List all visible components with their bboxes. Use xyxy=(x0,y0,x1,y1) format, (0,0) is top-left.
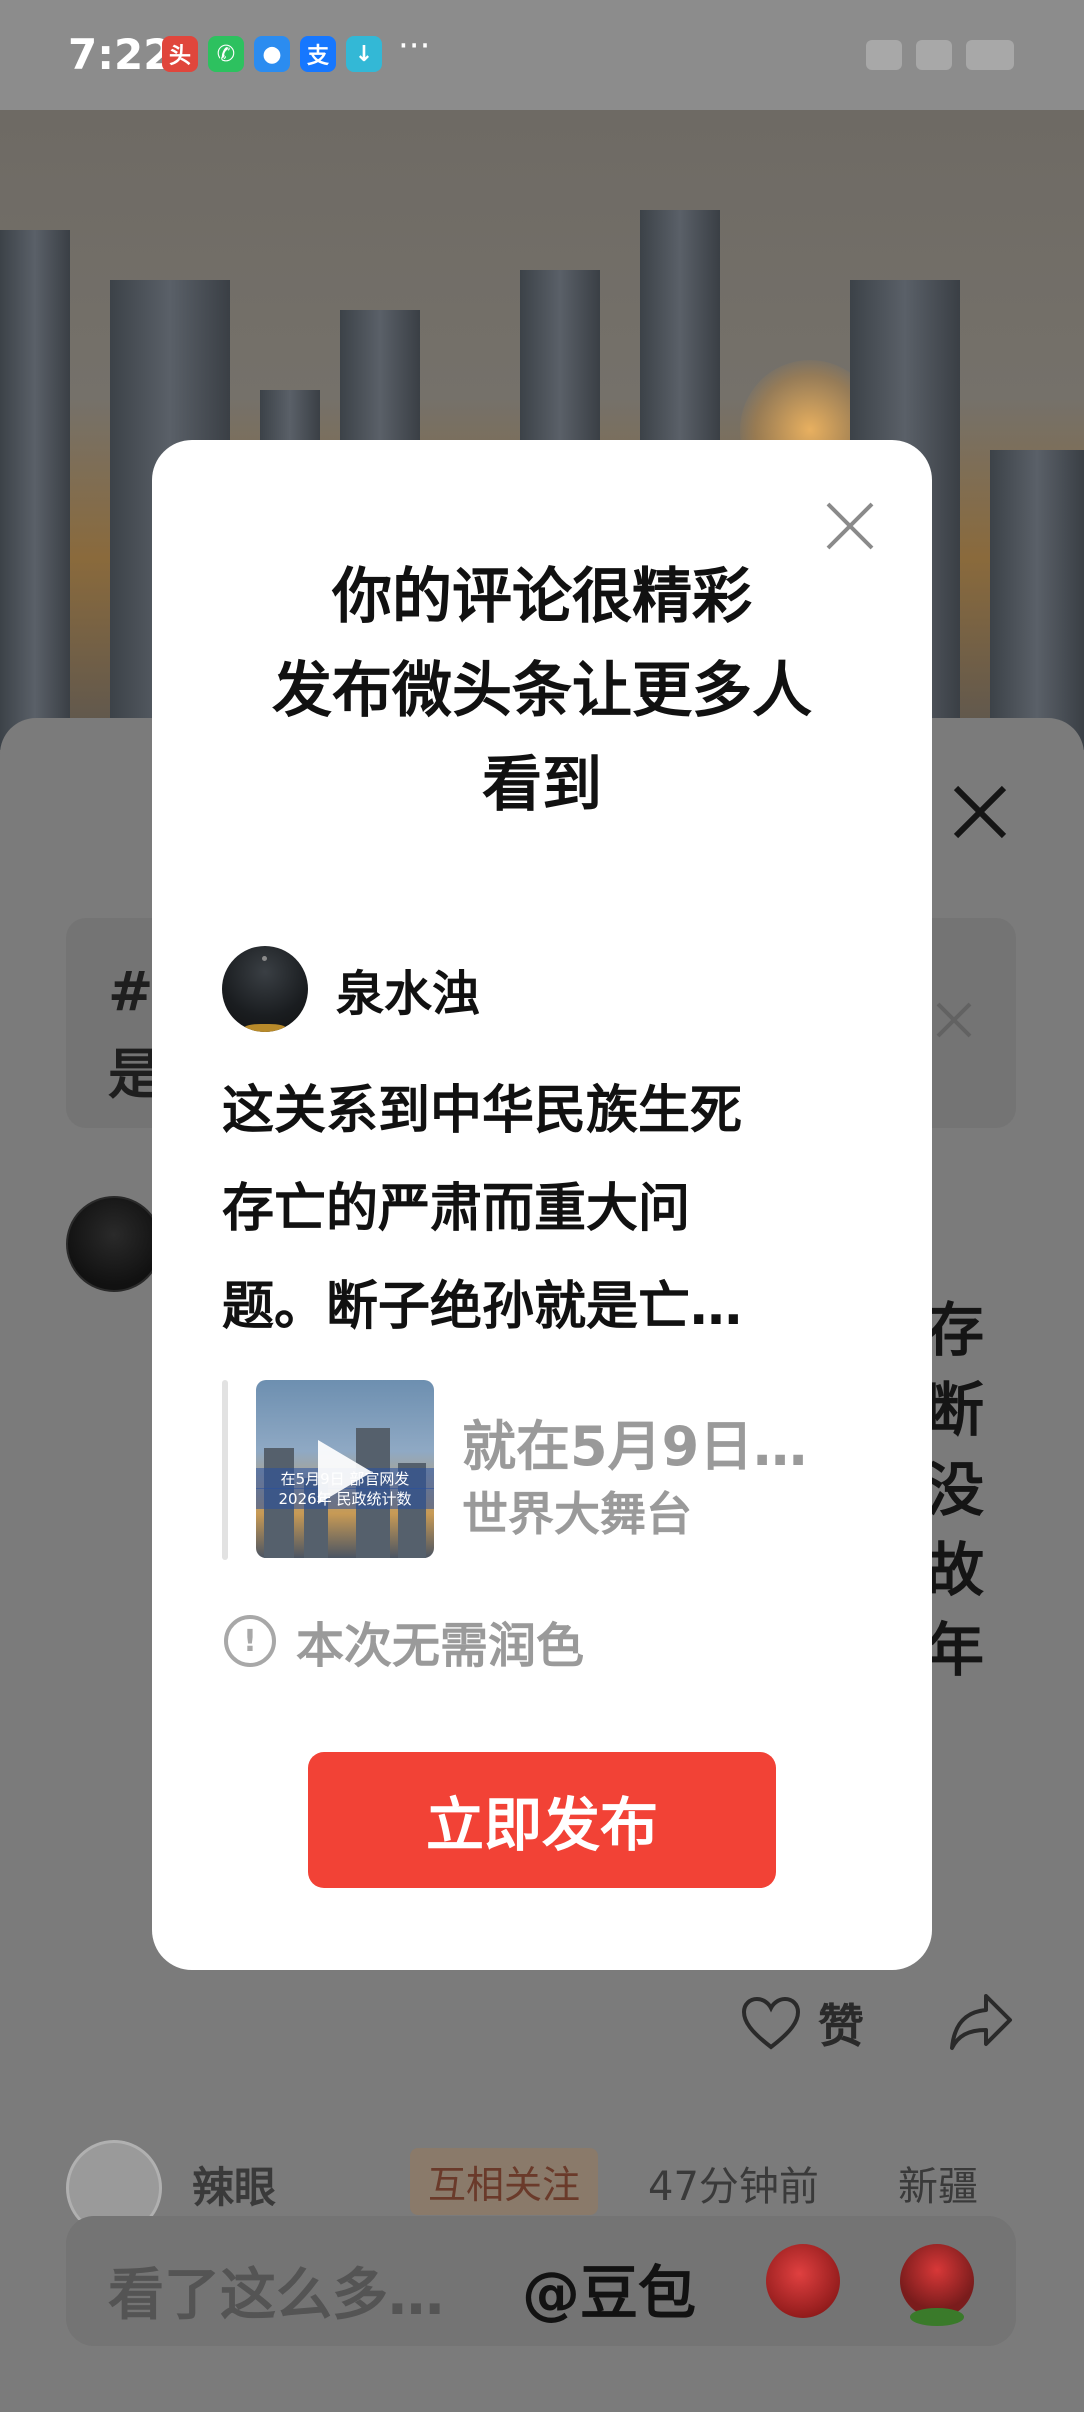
dialog-close-icon[interactable] xyxy=(822,498,878,554)
next-comment-username[interactable]: 辣眼 xyxy=(192,2154,276,2215)
heart-icon xyxy=(741,1996,801,2050)
publish-now-button[interactable]: 立即发布 xyxy=(308,1752,776,1888)
message-icon: ● xyxy=(254,36,290,72)
quote-bar xyxy=(222,1380,228,1560)
topic-hash-icon: # xyxy=(108,960,154,1023)
polish-notice-text: 本次无需润色 xyxy=(296,1618,585,1674)
system-icons xyxy=(866,40,1014,70)
download-icon: ↓ xyxy=(346,36,382,72)
dialog-title: 你的评论很精彩 发布微头条让更多人 看到 xyxy=(272,562,812,820)
signal-icon xyxy=(866,40,902,70)
wifi-icon xyxy=(916,40,952,70)
next-comment-time: 47分钟前 xyxy=(648,2164,819,2210)
comment-avatar[interactable] xyxy=(66,1196,162,1292)
publish-dialog: 你的评论很精彩 发布微头条让更多人 看到 泉水浊 这关系到中华民族生死 存亡的严… xyxy=(152,440,932,1970)
next-comment-header: 辣眼 互相关注 47分钟前 新疆 xyxy=(66,2140,1066,2220)
play-icon xyxy=(318,1440,372,1504)
status-bar: 7:22 头 ✆ ● 支 ↓ ··· xyxy=(0,0,1084,110)
preview-comment-text: 这关系到中华民族生死 存亡的严肃而重大问 题。断子绝孙就是亡… xyxy=(222,1081,743,1337)
quoted-article-title: 就在5月9日… xyxy=(462,1415,808,1478)
red-app-icon: 头 xyxy=(162,36,198,72)
polish-notice: ! 本次无需润色 xyxy=(224,1606,584,1676)
wechat-icon: ✆ xyxy=(208,36,244,72)
next-comment-avatar[interactable] xyxy=(66,2140,162,2220)
comment-text-fragment: 存 断 没 故 年 xyxy=(926,1296,985,1684)
rose-emoji-icon[interactable] xyxy=(900,2244,974,2326)
info-icon: ! xyxy=(224,1615,276,1667)
topic-close-icon[interactable] xyxy=(934,1000,974,1040)
status-time: 7:22 xyxy=(68,30,173,79)
comment-input-placeholder[interactable]: 看了这么多… xyxy=(108,2250,444,2331)
like-label: 赞 xyxy=(818,1999,864,2053)
next-comment-location: 新疆 xyxy=(898,2164,978,2210)
author-avatar xyxy=(222,946,308,1032)
angry-emoji-icon[interactable] xyxy=(766,2244,840,2318)
battery-icon xyxy=(966,40,1014,70)
quoted-article-card: 在5月9日 部官网发 2026年 民政统计数 就在5月9日… 世界大舞台 xyxy=(222,1380,862,1560)
preview-author: 泉水浊 xyxy=(222,946,480,1032)
doubao-mention-button[interactable]: @豆包 xyxy=(522,2246,696,2330)
alipay-icon: 支 xyxy=(300,36,336,72)
author-name: 泉水浊 xyxy=(336,966,481,1022)
share-icon[interactable] xyxy=(946,1990,1016,2054)
more-notifications-icon: ··· xyxy=(398,26,431,66)
like-button[interactable]: 赞 xyxy=(740,1990,864,2056)
notification-icons: 头 ✆ ● 支 ↓ xyxy=(162,36,382,72)
sheet-close-icon[interactable] xyxy=(950,782,1010,842)
mutual-follow-badge: 互相关注 xyxy=(410,2148,599,2215)
article-thumbnail: 在5月9日 部官网发 2026年 民政统计数 xyxy=(256,1380,434,1558)
quoted-article-source: 世界大舞台 xyxy=(462,1487,692,1541)
